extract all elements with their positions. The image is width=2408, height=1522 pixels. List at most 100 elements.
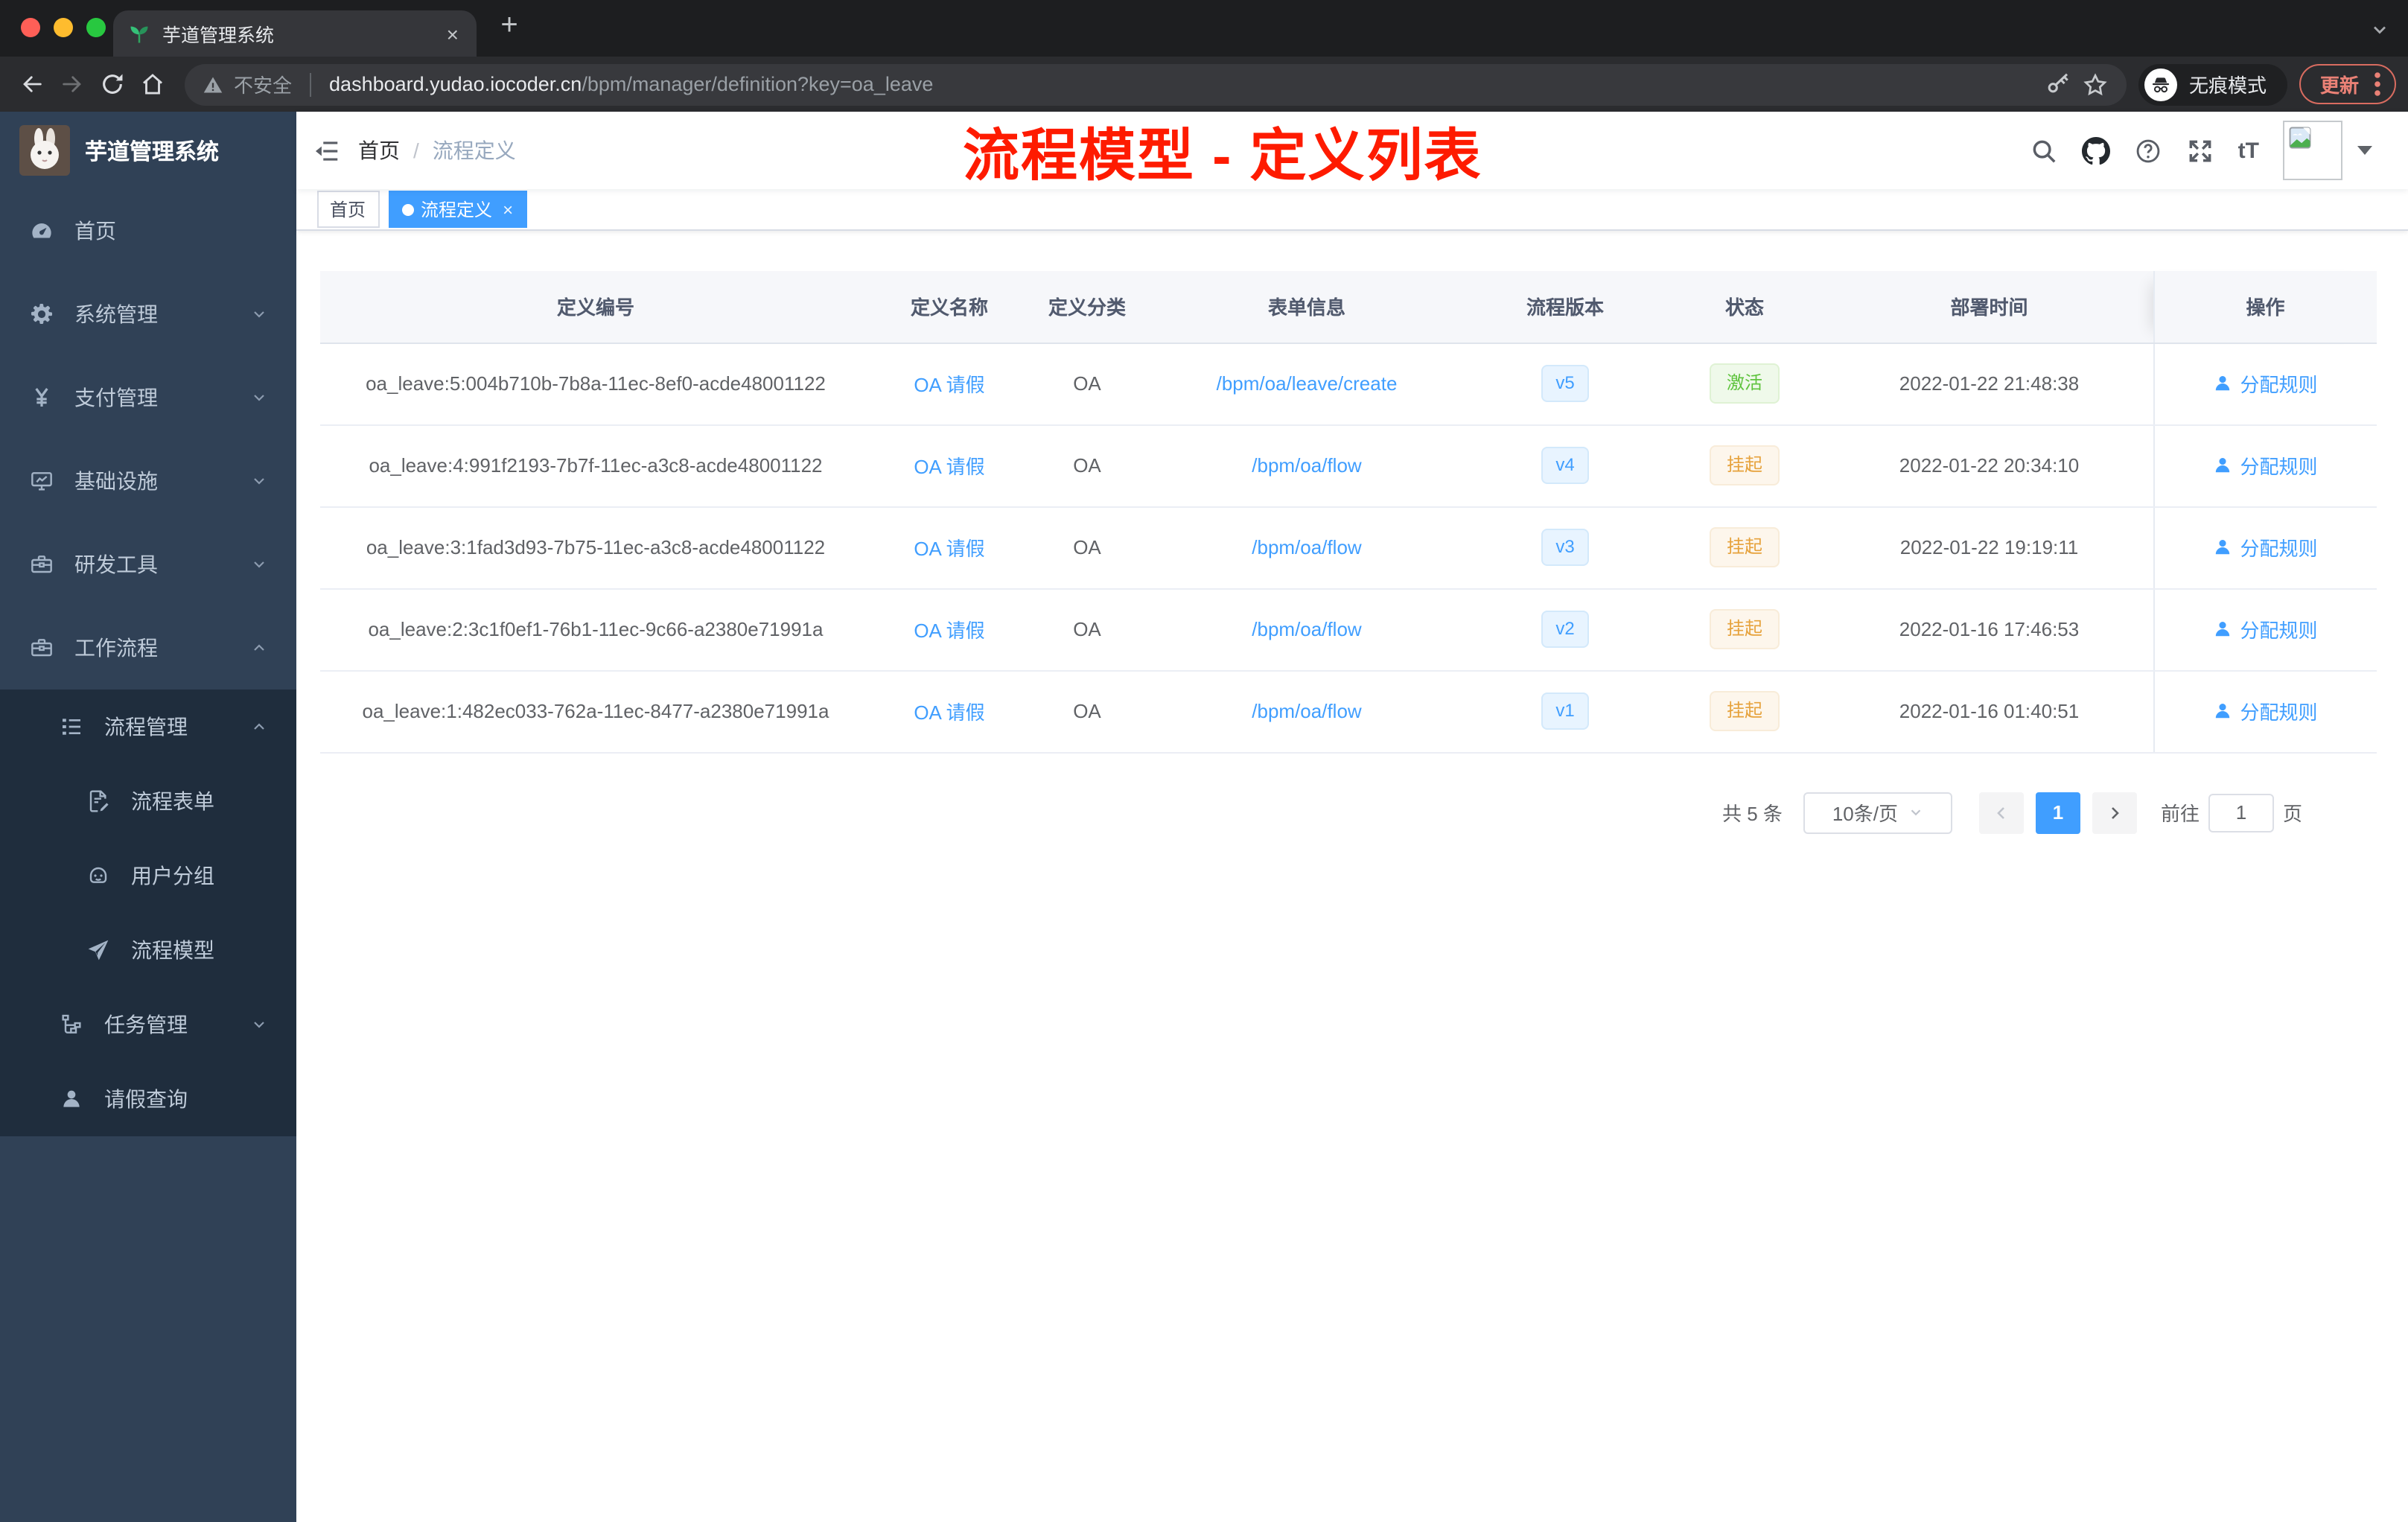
tree-icon xyxy=(60,1013,83,1037)
sidebar-item-user-group[interactable]: 用户分组 xyxy=(0,838,296,913)
forward-icon[interactable] xyxy=(52,64,92,104)
not-secure-warning-icon[interactable] xyxy=(203,74,223,95)
minimize-window-button[interactable] xyxy=(54,18,73,37)
security-label[interactable]: 不安全 xyxy=(234,70,292,98)
table-row: oa_leave:4:991f2193-7b7f-11ec-a3c8-acde4… xyxy=(320,424,2377,507)
assign-rule-link[interactable]: 分配规则 xyxy=(2213,451,2318,480)
form-link[interactable]: /bpm/oa/leave/create xyxy=(1217,372,1398,395)
column-header-0: 定义编号 xyxy=(320,271,871,343)
sidebar-item-home[interactable]: 首页 xyxy=(0,189,296,273)
assign-rule-link[interactable]: 分配规则 xyxy=(2213,697,2318,725)
sidebar-logo[interactable]: 芋道管理系统 xyxy=(0,112,296,189)
form-link[interactable]: /bpm/oa/flow xyxy=(1252,536,1361,558)
sidebar-item-payment-manage[interactable]: 支付管理 xyxy=(0,356,296,439)
sidebar-item-label: 系统管理 xyxy=(74,302,158,326)
sidebar-item-process-form[interactable]: 流程表单 xyxy=(0,764,296,838)
definition-category-cell: OA xyxy=(1028,424,1147,507)
window-controls[interactable] xyxy=(21,18,106,37)
search-icon[interactable] xyxy=(2030,136,2058,165)
sidebar-item-label: 流程表单 xyxy=(131,789,214,813)
navbar: 首页 / 流程定义 流程模型 - 定义列表 tT xyxy=(296,112,2408,189)
column-header-2: 定义分类 xyxy=(1028,271,1147,343)
tags-view-item-process-definition[interactable]: 流程定义 × xyxy=(388,191,527,228)
github-icon[interactable] xyxy=(2081,136,2110,165)
tag-label: 首页 xyxy=(330,200,366,220)
user-avatar-broken-image[interactable] xyxy=(2283,121,2342,180)
maximize-window-button[interactable] xyxy=(86,18,106,37)
active-tag-dot xyxy=(401,203,414,215)
next-page-button[interactable] xyxy=(2092,792,2137,833)
user-icon xyxy=(2213,701,2232,721)
update-browser-button[interactable]: 更新 xyxy=(2299,64,2396,104)
breadcrumb-separator: / xyxy=(413,138,419,162)
browser-tab[interactable]: 芋道管理系统 × xyxy=(113,10,477,57)
navbar-tools: tT xyxy=(2030,121,2408,180)
group-icon xyxy=(86,864,110,888)
form-link[interactable]: /bpm/oa/flow xyxy=(1252,618,1361,640)
password-key-icon[interactable] xyxy=(2045,71,2071,98)
definition-category-cell: OA xyxy=(1028,588,1147,671)
status-badge: 挂起 xyxy=(1710,445,1779,485)
logo-avatar-image xyxy=(19,125,70,176)
home-icon[interactable] xyxy=(133,64,173,104)
assign-rule-link[interactable]: 分配规则 xyxy=(2213,615,2318,643)
close-tag-icon[interactable]: × xyxy=(503,199,513,220)
fullscreen-icon[interactable] xyxy=(2186,136,2214,165)
definition-id-cell: oa_leave:3:1fad3d93-7b75-11ec-a3c8-acde4… xyxy=(320,506,871,589)
status-badge: 激活 xyxy=(1710,363,1779,404)
avatar-caret-down-icon[interactable] xyxy=(2357,146,2372,155)
definition-name-link[interactable]: OA 请假 xyxy=(914,538,984,560)
form-link[interactable]: /bpm/oa/flow xyxy=(1252,454,1361,477)
assign-rule-link[interactable]: 分配规则 xyxy=(2213,369,2318,398)
sidebar-item-label: 基础设施 xyxy=(74,469,158,493)
tags-view-item-home[interactable]: 首页 xyxy=(316,191,380,228)
sidebar-item-workflow[interactable]: 工作流程 xyxy=(0,606,296,690)
prev-page-button[interactable] xyxy=(1978,792,2024,833)
list-icon xyxy=(60,715,83,739)
definition-category-cell: OA xyxy=(1028,506,1147,589)
tab-overflow-chevron-icon[interactable] xyxy=(2369,19,2390,40)
monitor-icon xyxy=(30,469,54,493)
sidebar-item-label: 工作流程 xyxy=(74,636,158,660)
sidebar-item-system-manage[interactable]: 系统管理 xyxy=(0,273,296,356)
definition-id-cell: oa_leave:4:991f2193-7b7f-11ec-a3c8-acde4… xyxy=(320,424,871,507)
yen-icon xyxy=(30,386,54,410)
close-tab-icon[interactable]: × xyxy=(444,23,462,44)
page-size-select[interactable]: 10条/页 xyxy=(1803,792,1952,833)
sidebar-item-infrastructure[interactable]: 基础设施 xyxy=(0,439,296,523)
definition-name-link[interactable]: OA 请假 xyxy=(914,374,984,396)
bookmark-star-icon[interactable] xyxy=(2082,71,2109,98)
page-1-button[interactable]: 1 xyxy=(2035,792,2080,833)
briefcase-icon xyxy=(30,636,54,660)
address-bar[interactable]: 不安全 dashboard.yudao.iocoder.cn/bpm/manag… xyxy=(185,63,2127,105)
new-tab-button[interactable]: + xyxy=(488,4,530,46)
sidebar-item-label: 请假查询 xyxy=(104,1087,188,1111)
sidebar-toggle-icon[interactable] xyxy=(296,136,358,165)
sidebar-item-leave-query[interactable]: 请假查询 xyxy=(0,1062,296,1136)
browser-menu-dots-icon[interactable] xyxy=(2374,71,2381,97)
definition-name-link[interactable]: OA 请假 xyxy=(914,620,984,642)
sidebar-item-dev-tools[interactable]: 研发工具 xyxy=(0,523,296,606)
assign-rule-link[interactable]: 分配规则 xyxy=(2213,533,2318,561)
sidebar-item-process-manage[interactable]: 流程管理 xyxy=(0,690,296,764)
help-icon[interactable] xyxy=(2134,136,2162,165)
chevron-down-icon xyxy=(249,472,267,490)
breadcrumb-home[interactable]: 首页 xyxy=(358,136,400,165)
definition-category-cell: OA xyxy=(1028,670,1147,753)
definition-name-link[interactable]: OA 请假 xyxy=(914,456,984,478)
url-text[interactable]: dashboard.yudao.iocoder.cn/bpm/manager/d… xyxy=(329,73,933,95)
total-count-label: 共 5 条 xyxy=(1722,803,1783,825)
close-window-button[interactable] xyxy=(21,18,40,37)
reload-icon[interactable] xyxy=(92,64,133,104)
column-header-7: 操作 xyxy=(2153,271,2377,343)
paper-plane-icon xyxy=(86,938,110,962)
deploy-time-cell: 2022-01-22 20:34:10 xyxy=(1826,424,2153,507)
definition-name-link[interactable]: OA 请假 xyxy=(914,701,984,724)
font-size-icon[interactable]: tT xyxy=(2238,138,2259,163)
gear-icon xyxy=(30,302,54,326)
sidebar-item-process-model[interactable]: 流程模型 xyxy=(0,913,296,987)
back-icon[interactable] xyxy=(12,64,52,104)
goto-page-input[interactable] xyxy=(2208,793,2274,832)
sidebar-item-task-manage[interactable]: 任务管理 xyxy=(0,987,296,1062)
form-link[interactable]: /bpm/oa/flow xyxy=(1252,700,1361,722)
